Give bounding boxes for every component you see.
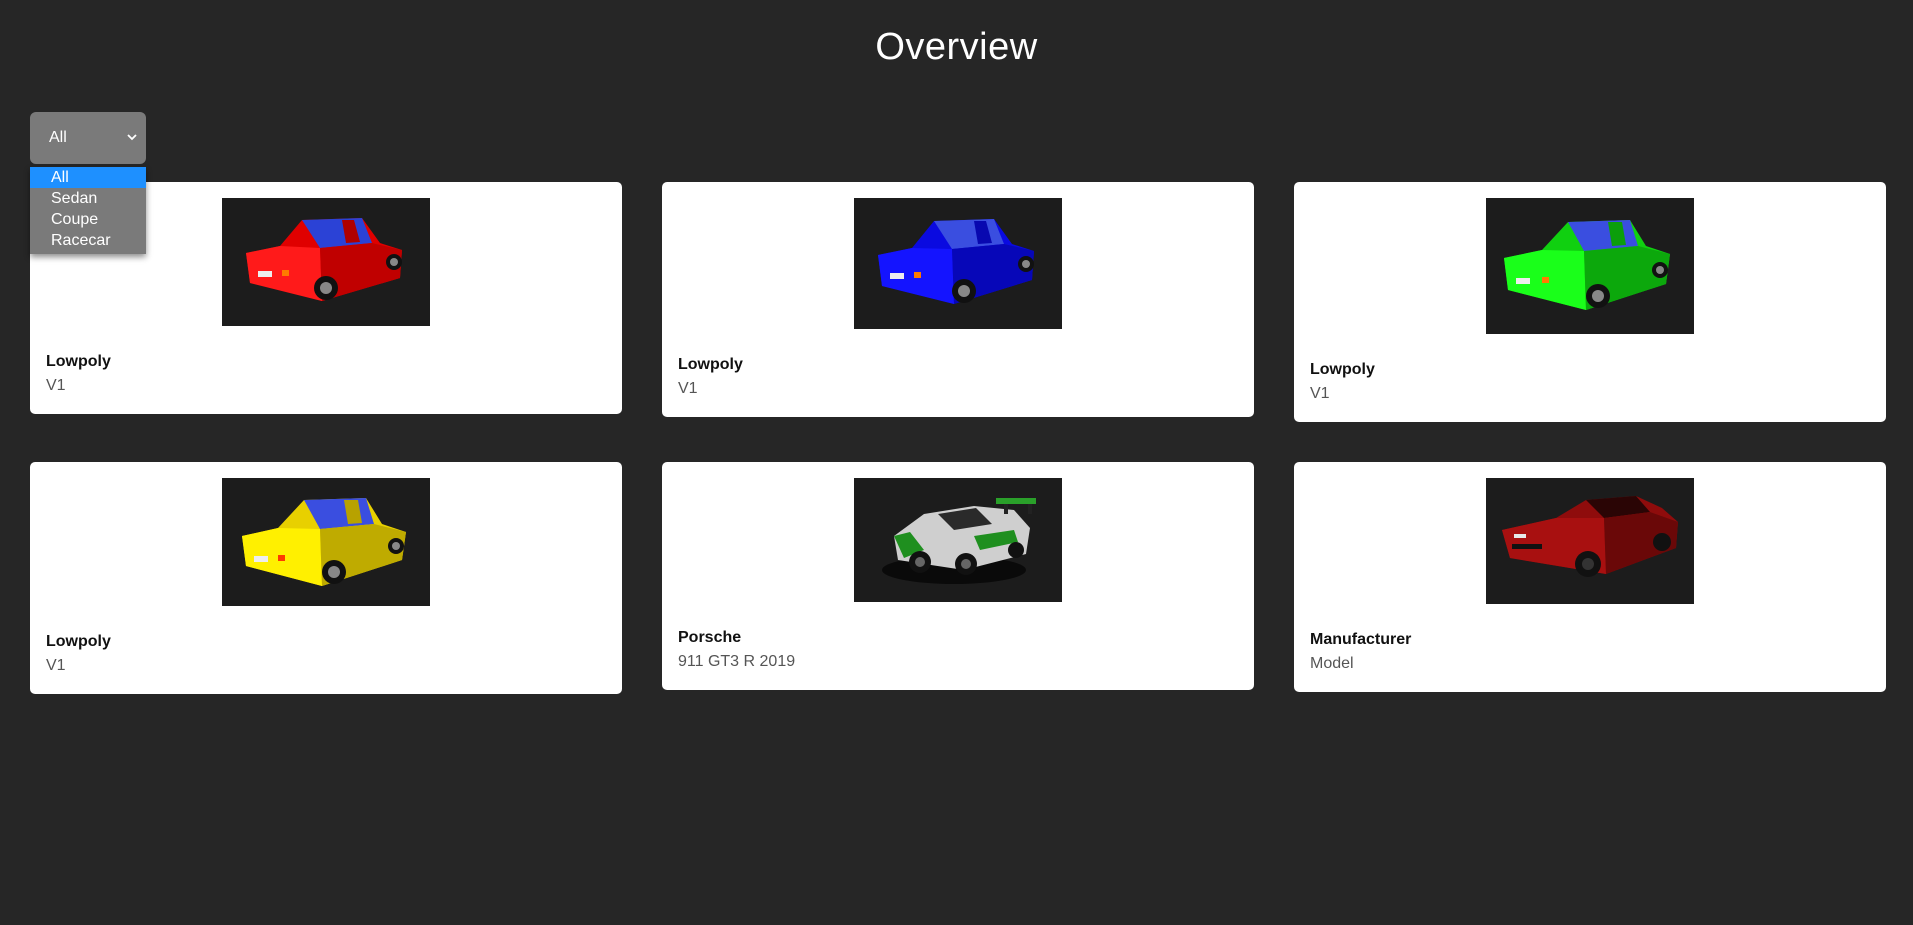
car-manufacturer: Lowpoly [1310,361,1375,378]
car-image [854,198,1062,329]
car-model: V1 [1310,385,1330,402]
car-thumbnail [854,478,1062,602]
car-manufacturer: Lowpoly [678,356,743,373]
car-manufacturer: Lowpoly [46,633,111,650]
car-thumbnail [1486,478,1694,604]
car-card[interactable]: Lowpoly V1 [30,462,622,694]
category-filter-select[interactable]: All [30,112,146,164]
car-manufacturer: Lowpoly [46,353,111,370]
car-card[interactable]: Lowpoly V1 [1294,182,1886,422]
page-title: Overview [875,26,1038,68]
filter-option-racecar[interactable]: Racecar [30,230,146,251]
car-thumbnail [1486,198,1694,334]
car-image [854,478,1062,602]
car-model: V1 [46,657,66,674]
car-manufacturer: Manufacturer [1310,631,1412,648]
car-image [1486,198,1694,334]
car-manufacturer: Porsche [678,629,742,646]
chevron-down-icon [127,134,137,141]
car-image [222,478,430,606]
car-thumbnail [222,478,430,606]
car-model: V1 [46,377,66,394]
car-model: 911 GT3 R 2019 [678,653,796,670]
car-card[interactable]: Lowpoly V1 [662,182,1254,417]
filter-option-coupe[interactable]: Coupe [30,209,146,230]
car-thumbnail [222,198,430,326]
filter-option-sedan[interactable]: Sedan [30,188,146,209]
car-image [222,198,430,326]
car-model: Model [1310,655,1354,672]
car-thumbnail [854,198,1062,329]
category-filter-dropdown: All Sedan Coupe Racecar [30,167,146,254]
car-image [1486,478,1694,604]
car-card[interactable]: Manufacturer Model [1294,462,1886,692]
overview-page: Overview Lowpoly V1 Lowpoly V1 Lowpoly V… [0,0,1913,925]
car-model: V1 [678,380,698,397]
filter-option-all[interactable]: All [30,167,146,188]
category-filter-value: All [49,129,67,146]
car-card[interactable]: Porsche 911 GT3 R 2019 [662,462,1254,690]
